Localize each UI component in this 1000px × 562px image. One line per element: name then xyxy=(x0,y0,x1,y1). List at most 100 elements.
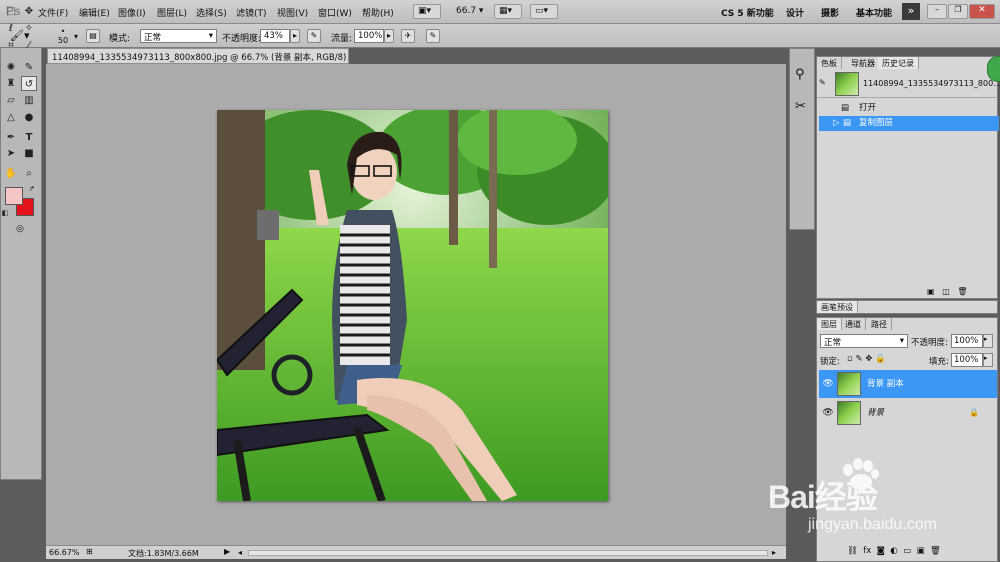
add-mask-icon[interactable]: ◙ xyxy=(877,546,885,556)
foreground-color-swatch[interactable] xyxy=(5,187,23,205)
layer-opacity-input[interactable]: 100% xyxy=(951,334,983,348)
plugin-badge-icon[interactable] xyxy=(987,56,1000,82)
history-snapshot[interactable]: ✎ 11408994_1335534973113_800... xyxy=(817,70,1000,98)
tab-swatches[interactable]: 色板 xyxy=(817,57,842,69)
brush-picker[interactable]: • 50 xyxy=(53,27,73,45)
source-brush-icon[interactable]: ✎ xyxy=(819,78,826,87)
swap-colors-icon[interactable]: ↱ xyxy=(27,182,37,197)
tool-presets-icon[interactable]: ✂ xyxy=(795,99,806,114)
chevron-down-icon[interactable]: ▾ xyxy=(74,32,78,41)
tab-navigator[interactable]: 导航器 xyxy=(847,57,880,69)
menu-view[interactable]: 视图(V) xyxy=(277,6,308,19)
link-layers-icon[interactable]: ⛓ xyxy=(847,546,858,556)
minimize-button[interactable]: – xyxy=(927,4,947,19)
menu-edit[interactable]: 编辑(E) xyxy=(79,6,110,19)
marquee-tool-icon[interactable]: ⬚ xyxy=(3,4,19,19)
menu-filter[interactable]: 滤镜(T) xyxy=(236,6,267,19)
brush-tool-icon[interactable]: ✎ xyxy=(21,60,37,75)
history-brush-tool-icon[interactable]: ↺ xyxy=(21,76,37,91)
flow-input[interactable]: 100% xyxy=(354,29,384,43)
hand-tool-icon[interactable]: ✋ xyxy=(3,166,19,181)
delete-layer-icon[interactable]: 🗑 xyxy=(930,546,941,556)
lock-position-icon[interactable]: ✥ xyxy=(865,354,872,364)
lock-all-icon[interactable]: 🔒 xyxy=(875,354,886,364)
restore-button[interactable]: ❐ xyxy=(948,4,968,19)
visibility-eye-icon[interactable]: 👁 xyxy=(821,399,835,427)
screen-mode-button[interactable]: ▭▾ xyxy=(530,4,558,19)
status-zoom[interactable]: 66.67% xyxy=(49,548,80,557)
gradient-tool-icon[interactable]: ▥ xyxy=(21,93,37,108)
menu-file[interactable]: 文件(F) xyxy=(38,6,68,19)
zoom-tool-icon[interactable]: ⌕ xyxy=(21,166,37,181)
lasso-tool-icon[interactable]: ℓ xyxy=(3,21,19,36)
path-selection-tool-icon[interactable]: ➤ xyxy=(3,146,19,161)
layer-row-background[interactable]: 👁 背景 🔒 xyxy=(819,399,997,427)
adjustment-layer-icon[interactable]: ◐ xyxy=(890,546,897,556)
horizontal-scrollbar[interactable] xyxy=(248,550,768,556)
eyedropper-tool-icon[interactable]: ⁄ xyxy=(21,38,37,53)
status-menu-arrow-icon[interactable]: ▶ xyxy=(224,547,230,556)
close-window-button[interactable]: ✕ xyxy=(969,4,995,19)
menu-window[interactable]: 窗口(W) xyxy=(318,6,352,19)
workspace-photography[interactable]: 摄影 xyxy=(821,6,839,19)
document-tab[interactable]: 11408994_1335534973113_800x800.jpg @ 66.… xyxy=(47,48,349,64)
visibility-eye-icon[interactable]: 👁 xyxy=(821,370,835,398)
tab-channels[interactable]: 通道 xyxy=(841,318,866,330)
spot-healing-tool-icon[interactable]: ✺ xyxy=(3,60,19,75)
workspace-design[interactable]: 设计 xyxy=(786,6,804,19)
scroll-left-icon[interactable]: ◂ xyxy=(238,548,242,557)
lock-transparent-icon[interactable]: ▫ xyxy=(847,354,853,364)
move-tool-icon[interactable]: ✥ xyxy=(21,4,37,19)
new-snapshot-icon[interactable]: ◫ xyxy=(942,287,950,296)
crop-tool-icon[interactable]: ⌗ xyxy=(3,38,19,53)
blend-mode-select[interactable]: 正常 ▾ xyxy=(820,334,908,348)
more-workspaces-icon[interactable]: » xyxy=(902,3,920,20)
default-colors-icon[interactable]: ◧ xyxy=(1,206,9,221)
mode-select[interactable]: 正常 ▾ xyxy=(140,29,217,43)
history-item-open[interactable]: ▤ 打开 xyxy=(819,101,999,116)
menu-help[interactable]: 帮助(H) xyxy=(362,6,394,19)
tab-history[interactable]: 历史记录 xyxy=(878,57,919,69)
tab-brush-presets[interactable]: 画笔预设 xyxy=(817,301,858,313)
tab-layers[interactable]: 图层 xyxy=(817,318,842,330)
type-tool-icon[interactable]: T xyxy=(21,130,37,145)
opacity-input[interactable]: 43% xyxy=(260,29,290,43)
menu-select[interactable]: 选择(S) xyxy=(196,6,227,19)
pen-tool-icon[interactable]: ✒ xyxy=(3,130,19,145)
document-image[interactable] xyxy=(217,110,608,501)
shape-tool-icon[interactable]: ■ xyxy=(21,146,37,161)
quick-selection-tool-icon[interactable]: ✧ xyxy=(21,21,37,36)
flow-slider-toggle[interactable]: ▸ xyxy=(384,29,394,43)
layer-opacity-slider-toggle[interactable]: ▸ xyxy=(983,334,993,348)
menu-layer[interactable]: 图层(L) xyxy=(157,6,187,19)
fill-slider-toggle[interactable]: ▸ xyxy=(983,353,993,367)
tablet-size-pressure-icon[interactable]: ✎ xyxy=(426,29,440,43)
layer-row-background-copy[interactable]: 👁 背景 副本 xyxy=(819,370,997,398)
new-group-icon[interactable]: ▭ xyxy=(903,546,911,556)
tab-paths[interactable]: 路径 xyxy=(867,318,892,330)
zoom-level-menu[interactable]: 66.7 ▾ xyxy=(456,6,483,16)
delete-state-icon[interactable]: 🗑 xyxy=(957,287,967,296)
blur-tool-icon[interactable]: △ xyxy=(3,110,19,125)
workspace-cs5-new[interactable]: CS 5 新功能 xyxy=(721,6,774,19)
new-document-from-state-icon[interactable]: ▣ xyxy=(927,287,935,296)
scroll-right-icon[interactable]: ▸ xyxy=(772,548,776,557)
fill-input[interactable]: 100% xyxy=(951,353,983,367)
history-item-duplicate-layer[interactable]: ▷ ▤ 复制图层 xyxy=(819,116,999,131)
clone-source-icon[interactable]: ⚲ xyxy=(795,67,805,82)
brush-panel-toggle-icon[interactable]: ▤ xyxy=(86,29,100,43)
lock-image-icon[interactable]: ✎ xyxy=(855,354,862,364)
clone-stamp-tool-icon[interactable]: ♜ xyxy=(3,76,19,91)
airbrush-icon[interactable]: ✈ xyxy=(401,29,415,43)
tablet-opacity-pressure-icon[interactable]: ✎ xyxy=(307,29,321,43)
bridge-button[interactable]: ▣▾ xyxy=(413,4,441,19)
layer-style-icon[interactable]: fx xyxy=(863,546,871,556)
menu-image[interactable]: 图像(I) xyxy=(118,6,146,19)
eraser-tool-icon[interactable]: ▱ xyxy=(3,93,19,108)
opacity-slider-toggle[interactable]: ▸ xyxy=(290,29,300,43)
dodge-tool-icon[interactable]: ● xyxy=(21,110,37,125)
new-layer-icon[interactable]: ▣ xyxy=(917,546,925,556)
status-zoom-icon[interactable]: ⊞ xyxy=(86,547,93,556)
arrange-documents-button[interactable]: ▦▾ xyxy=(494,4,522,19)
quick-mask-icon[interactable]: ◎ xyxy=(12,222,28,237)
